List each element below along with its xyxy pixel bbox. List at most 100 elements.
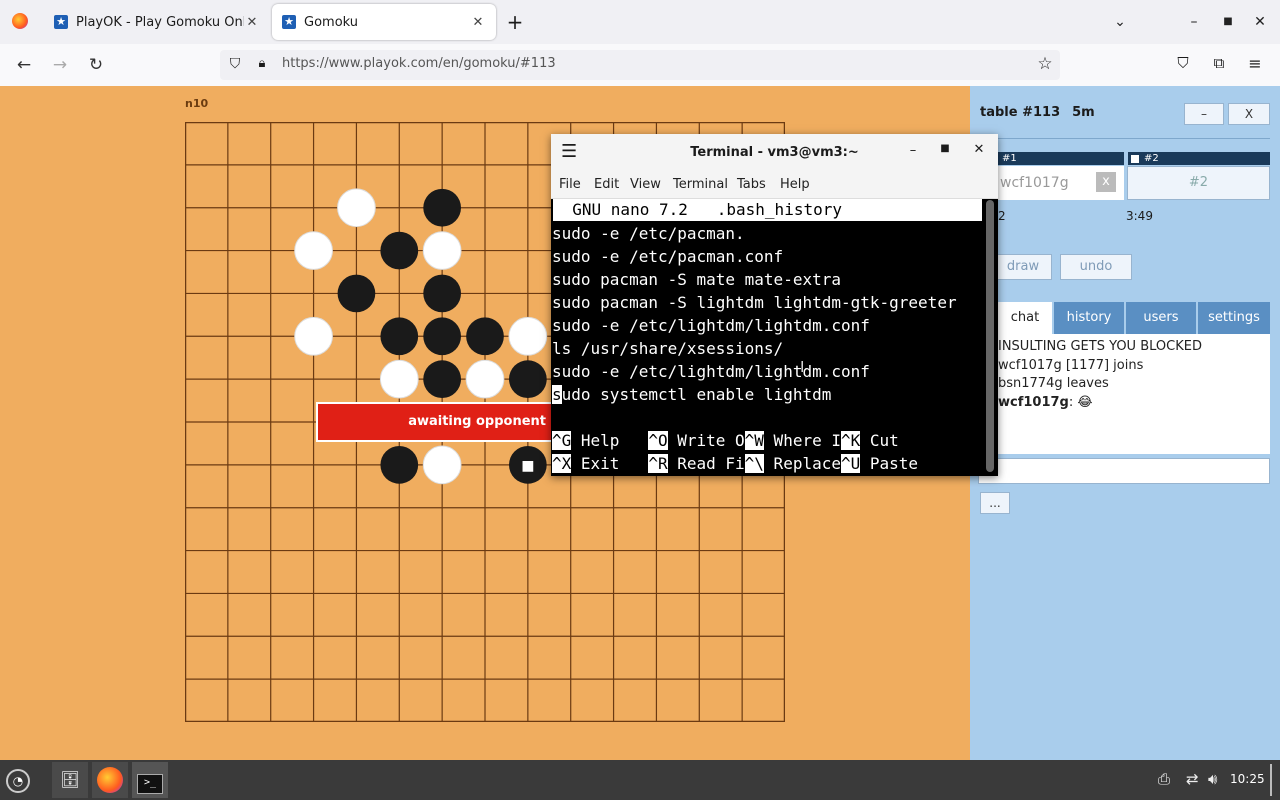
terminal-maximize-icon[interactable]: ■ [937,143,953,154]
player2-seat-button[interactable]: #2 [1127,166,1270,200]
chat-line: bsn1774g leaves [998,376,1109,391]
terminal-close-icon[interactable]: ✕ [971,142,987,157]
app-menu-icon[interactable]: ≡ [1244,54,1266,76]
menu-view[interactable]: View [630,177,661,192]
terminal-line: sudo -e /etc/lightdm/lightdm.conf [552,316,870,335]
tab-users[interactable]: users [1126,302,1196,334]
player1-seat: wcf1017g x [998,166,1124,200]
white-stone [422,231,462,270]
terminal-titlebar[interactable]: ☰ Terminal - vm3@vm3:~ – ■ ✕ [551,134,998,172]
nano-shortcuts-row2: ^X Exit ^R Read Fi^\ Replace^U Paste [552,454,919,473]
forward-icon[interactable]: → [46,52,74,78]
tab-chat[interactable]: chat [998,302,1052,334]
menu-file[interactable]: File [559,177,581,192]
black-stone [337,274,376,313]
black-stone [423,317,461,356]
file-manager-icon[interactable]: 🗄︎ [52,762,88,798]
white-stone [508,316,548,356]
taskbar [0,760,1280,800]
tab-gomoku[interactable]: ★ Gomoku ✕ [272,4,496,40]
coordinate-readout: n10 [185,97,209,110]
extensions-icon[interactable]: ⧉ [1208,54,1230,76]
white-stone [465,359,505,399]
menu-tabs[interactable]: Tabs [737,177,766,192]
status-banner: awaiting opponent [316,402,554,442]
white-stone [422,445,462,485]
black-stone [380,446,419,484]
back-icon[interactable]: ← [10,52,38,78]
text-cursor: s [552,385,562,404]
terminal-taskbar-icon[interactable]: >_ [132,762,168,798]
close-tab-icon[interactable]: ✕ [244,15,260,30]
minimize-table-button[interactable]: – [1184,103,1224,125]
chat-line: wcf1017g: 😂 [998,395,1093,410]
close-table-button[interactable]: X [1228,103,1270,125]
pocket-icon[interactable]: ⛉ [1172,54,1194,76]
player1-header: #1 [998,152,1124,165]
terminal-minimize-icon[interactable]: – [905,143,921,158]
text-cursor-icon: I [800,358,805,376]
menu-edit[interactable]: Edit [594,177,619,192]
volume-icon[interactable]: 🔊︎ [1208,770,1217,788]
player2-clock: 3:49 [1126,209,1153,223]
bookmark-star-icon[interactable]: ☆ [1034,54,1056,76]
printer-icon[interactable]: ⎙ [1158,770,1170,788]
terminal-line: sudo -e /etc/lightdm/lightdm.conf [552,362,870,381]
terminal-line: sudo -e /etc/pacman.conf [552,247,784,266]
tab-playok[interactable]: ★ PlayOK - Play Gomoku Online ✕ [44,4,270,40]
app-menu-start-icon[interactable]: ◔ [0,762,36,798]
terminal-line: ls /usr/share/xsessions/ [552,339,784,358]
black-stone [423,274,461,313]
black-stone [423,188,461,227]
close-tab-icon[interactable]: ✕ [470,15,486,30]
tab-title: Gomoku [304,14,359,30]
firefox-menu-icon[interactable] [12,13,28,29]
tab-title: PlayOK - Play Gomoku Online [76,14,244,30]
new-tab-button[interactable]: + [504,8,526,36]
nano-header: GNU nano 7.2 .bash_history [553,199,982,221]
white-stone [337,188,376,228]
white-stone [294,316,333,356]
menu-help[interactable]: Help [780,177,810,192]
black-stone [423,360,461,398]
black-stone [466,317,504,356]
terminal-title: Terminal - vm3@vm3:~ [690,145,859,160]
list-tabs-icon[interactable]: ⌄ [1108,10,1132,34]
terminal-line-current[interactable]: sudo systemctl enable lightdm [552,383,831,406]
tab-history[interactable]: history [1054,302,1124,334]
lock-icon[interactable]: 🔒︎ [254,56,270,74]
player2-header: #2 [1128,152,1270,165]
player1-name: wcf1017g [1000,175,1069,191]
playok-favicon-icon: ★ [282,15,296,29]
more-button[interactable]: ... [980,492,1010,514]
network-icon[interactable]: ⇄ [1186,770,1199,788]
close-window-icon[interactable]: ✕ [1248,10,1272,34]
shield-icon[interactable]: ⛉ [226,56,244,74]
white-stone [294,231,333,270]
black-stone [380,317,419,356]
table-title: table #113 5m [980,105,1095,120]
terminal-scrollbar[interactable] [986,200,994,472]
firefox-taskbar-icon[interactable] [92,762,128,798]
menu-terminal[interactable]: Terminal [673,177,728,192]
undo-button[interactable]: undo [1060,254,1132,280]
player1-score: 2 [998,209,1006,223]
nano-shortcuts-row1: ^G Help ^O Write O^W Where I^K Cut [552,431,899,450]
white-stone [379,359,419,399]
last-move-marker: ■ [521,458,534,474]
leave-seat-button[interactable]: x [1096,172,1116,192]
clock[interactable]: 10:25 [1230,772,1265,786]
playok-favicon-icon: ★ [54,15,68,29]
show-desktop-button[interactable] [1270,764,1272,796]
reload-icon[interactable]: ↻ [82,52,110,78]
terminal-line: sudo pacman -S lightdm lightdm-gtk-greet… [552,293,957,312]
url-text[interactable]: https://www.playok.com/en/gomoku/#113 [282,56,556,71]
minimize-icon[interactable]: – [1182,10,1206,34]
chat-line: wcf1017g [1177] joins [998,358,1144,373]
terminal-line: sudo -e /etc/pacman. [552,224,745,243]
tab-settings[interactable]: settings [1198,302,1270,334]
maximize-icon[interactable]: ■ [1216,10,1240,34]
draw-button[interactable]: draw [994,254,1052,280]
chat-input[interactable] [978,458,1270,484]
black-stone [509,360,547,398]
